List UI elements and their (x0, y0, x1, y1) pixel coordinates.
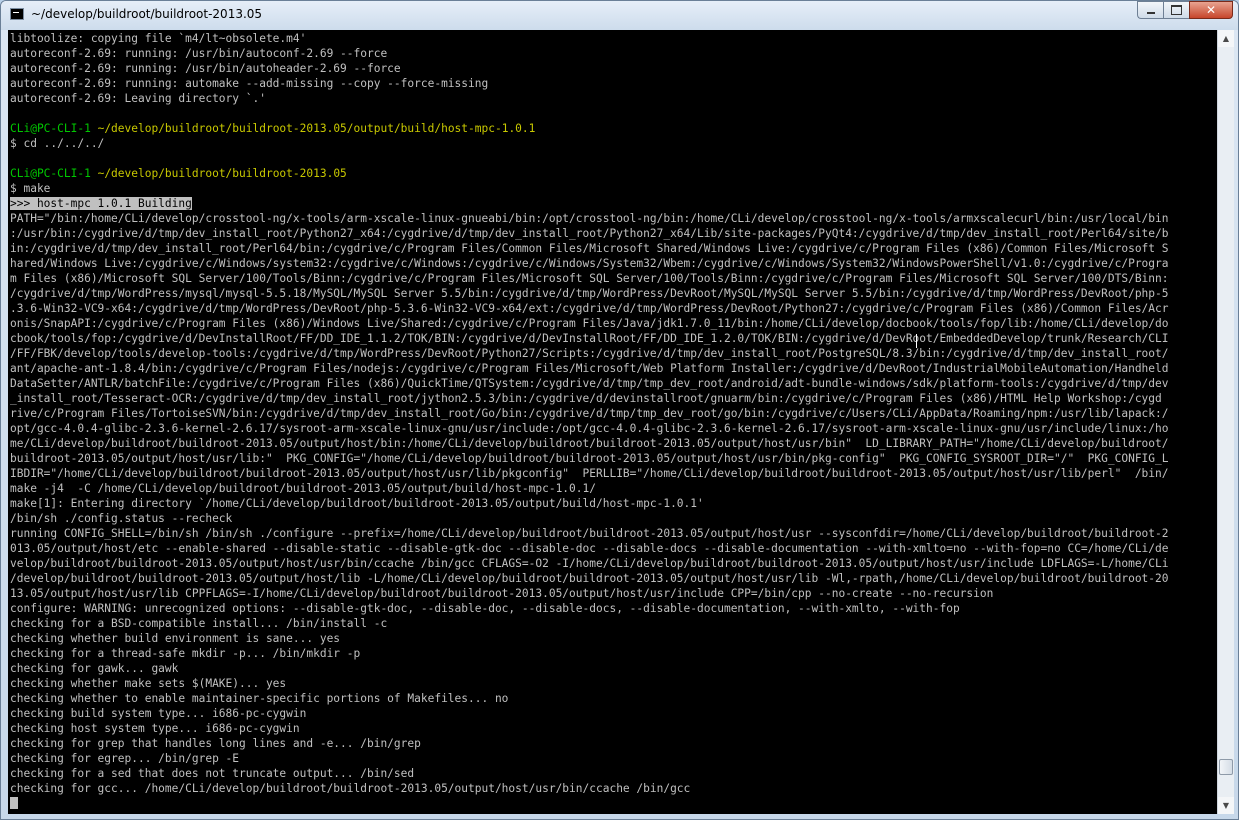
output-line: :/usr/bin:/cygdrive/d/tmp/dev_install_ro… (10, 227, 1169, 240)
close-icon: ✕ (1205, 3, 1217, 17)
output-line: DataSetter/ANTLR/batchFile:/cygdrive/c/P… (10, 377, 1169, 390)
output-line: checking for gcc... /home/CLi/develop/bu… (10, 782, 691, 795)
window-title: ~/develop/buildroot/buildroot-2013.05 (31, 7, 263, 21)
output-line: checking host system type... i686-pc-cyg… (10, 722, 300, 735)
text-cursor (10, 797, 18, 809)
vertical-scrollbar[interactable]: ▲ ▼ (1217, 30, 1234, 814)
scroll-down-button[interactable]: ▼ (1218, 797, 1234, 814)
maximize-button[interactable] (1163, 1, 1189, 19)
minimize-icon (1146, 12, 1155, 14)
prompt-path: ~/develop/buildroot/buildroot-2013.05 (97, 167, 347, 180)
output-line: /FF/FBK/develop/tools/develop-tools:/cyg… (10, 347, 1169, 360)
output-line: running CONFIG_SHELL=/bin/sh /bin/sh ./c… (10, 527, 1169, 540)
output-line: $ cd ../../../ (10, 137, 105, 150)
output-line: checking for a BSD-compatible install...… (10, 617, 388, 630)
arrow-down-icon: ▼ (1222, 801, 1230, 810)
output-line: ant/apache-ant-1.8.4/bin:/cygdrive/c/Pro… (10, 362, 1169, 375)
window-controls: ✕ (1137, 1, 1233, 21)
prompt-path: ~/develop/buildroot/buildroot-2013.05/ou… (97, 122, 536, 135)
output-line: me/CLi/develop/buildroot/buildroot-2013.… (10, 437, 1169, 450)
output-line: checking for grep that handles long line… (10, 737, 421, 750)
minimize-button[interactable] (1137, 1, 1163, 19)
output-line: checking for egrep... /bin/grep -E (10, 752, 240, 765)
terminal-window: ~/develop/buildroot/buildroot-2013.05 ✕ … (0, 0, 1239, 820)
build-step-highlight: >>> host-mpc 1.0.1 Building (10, 197, 192, 210)
output-line: IBDIR="/home/CLi/develop/buildroot/build… (10, 467, 1169, 480)
build-status-line: >>> host-mpc 1.0.1 Building (10, 196, 1217, 211)
arrow-up-icon: ▲ (1222, 34, 1230, 43)
output-line: m Files (x86)/Microsoft SQL Server/100/T… (10, 272, 1169, 285)
shell-prompt: CLi@PC-CLI-1 ~/develop/buildroot/buildro… (10, 166, 1217, 181)
output-line: checking whether make sets $(MAKE)... ye… (10, 677, 287, 690)
output-line: opt/gcc-4.0.4-glibc-2.3.6-kernel-2.6.17/… (10, 422, 1169, 435)
output-line: $ make (10, 182, 51, 195)
output-line: onis/SnapAPI:/cygdrive/c/Program Files (… (10, 317, 1169, 330)
output-line: autoreconf-2.69: running: /usr/bin/autoc… (10, 47, 388, 60)
output-line: autoreconf-2.69: Leaving directory `.' (10, 92, 266, 105)
output-line: autoreconf-2.69: running: automake --add… (10, 77, 489, 90)
output-line: checking whether build environment is sa… (10, 632, 341, 645)
input-line (10, 796, 1217, 811)
shell-prompt: CLi@PC-CLI-1 ~/develop/buildroot/buildro… (10, 121, 1217, 136)
output-line: cbook/tools/fop:/cygdrive/d/DevInstallRo… (10, 332, 1169, 345)
title-bar[interactable]: ~/develop/buildroot/buildroot-2013.05 ✕ (1, 1, 1238, 30)
output-line: checking whether to enable maintainer-sp… (10, 692, 509, 705)
output-line: make[1]: Entering directory `/home/CLi/d… (10, 497, 704, 510)
output-line: make -j4 -C /home/CLi/develop/buildroot/… (10, 482, 596, 495)
output-line: 013.05/output/host/etc --enable-shared -… (10, 542, 1169, 555)
scrollbar-thumb[interactable] (1219, 759, 1233, 775)
output-line: /develop/buildroot/buildroot-2013.05/out… (10, 572, 1169, 585)
terminal-lines: libtoolize: copying file `m4/lt~obsolete… (10, 31, 1217, 811)
output-line: checking for gawk... gawk (10, 662, 179, 675)
output-line: checking build system type... i686-pc-cy… (10, 707, 307, 720)
output-line: rive/c/Program Files/TortoiseSVN/bin:/cy… (10, 407, 1169, 420)
output-line: PATH="/bin:/home/CLi/develop/crosstool-n… (10, 212, 1169, 225)
output-line: autoreconf-2.69: running: /usr/bin/autoh… (10, 62, 401, 75)
output-line: /cygdrive/d/tmp/WordPress/mysql/mysql-5.… (10, 287, 1169, 300)
output-line: hared/Windows Live:/cygdrive/c/Windows/s… (10, 257, 1169, 270)
output-line: configure: WARNING: unrecognized options… (10, 602, 960, 615)
output-line: 13.05/output/host/usr/lib CPPFLAGS=-I/ho… (10, 587, 994, 600)
prompt-user: CLi@PC-CLI-1 (10, 167, 91, 180)
output-line: checking for a sed that does not truncat… (10, 767, 415, 780)
output-line: checking for a thread-safe mkdir -p... /… (10, 647, 361, 660)
text-select-cursor (916, 334, 917, 348)
maximize-icon (1171, 5, 1182, 15)
output-line: velop/buildroot/buildroot-2013.05/output… (10, 557, 1169, 570)
output-line: /bin/sh ./config.status --recheck (10, 512, 233, 525)
output-line: in:/cygdrive/d/tmp/dev_install_root/Perl… (10, 242, 1169, 255)
terminal-icon[interactable] (10, 8, 24, 20)
output-line: .3.6-Win32-VC9-x64:/cygdrive/d/tmp/WordP… (10, 302, 1169, 315)
output-line: libtoolize: copying file `m4/lt~obsolete… (10, 32, 307, 45)
close-button[interactable]: ✕ (1189, 1, 1233, 19)
output-line: buildroot-2013.05/output/host/usr/lib:" … (10, 452, 1169, 465)
scroll-up-button[interactable]: ▲ (1218, 30, 1234, 47)
prompt-user: CLi@PC-CLI-1 (10, 122, 91, 135)
output-line: _install_root/Tesseract-OCR:/cygdrive/d/… (10, 392, 1162, 405)
terminal-output[interactable]: libtoolize: copying file `m4/lt~obsolete… (8, 30, 1217, 814)
